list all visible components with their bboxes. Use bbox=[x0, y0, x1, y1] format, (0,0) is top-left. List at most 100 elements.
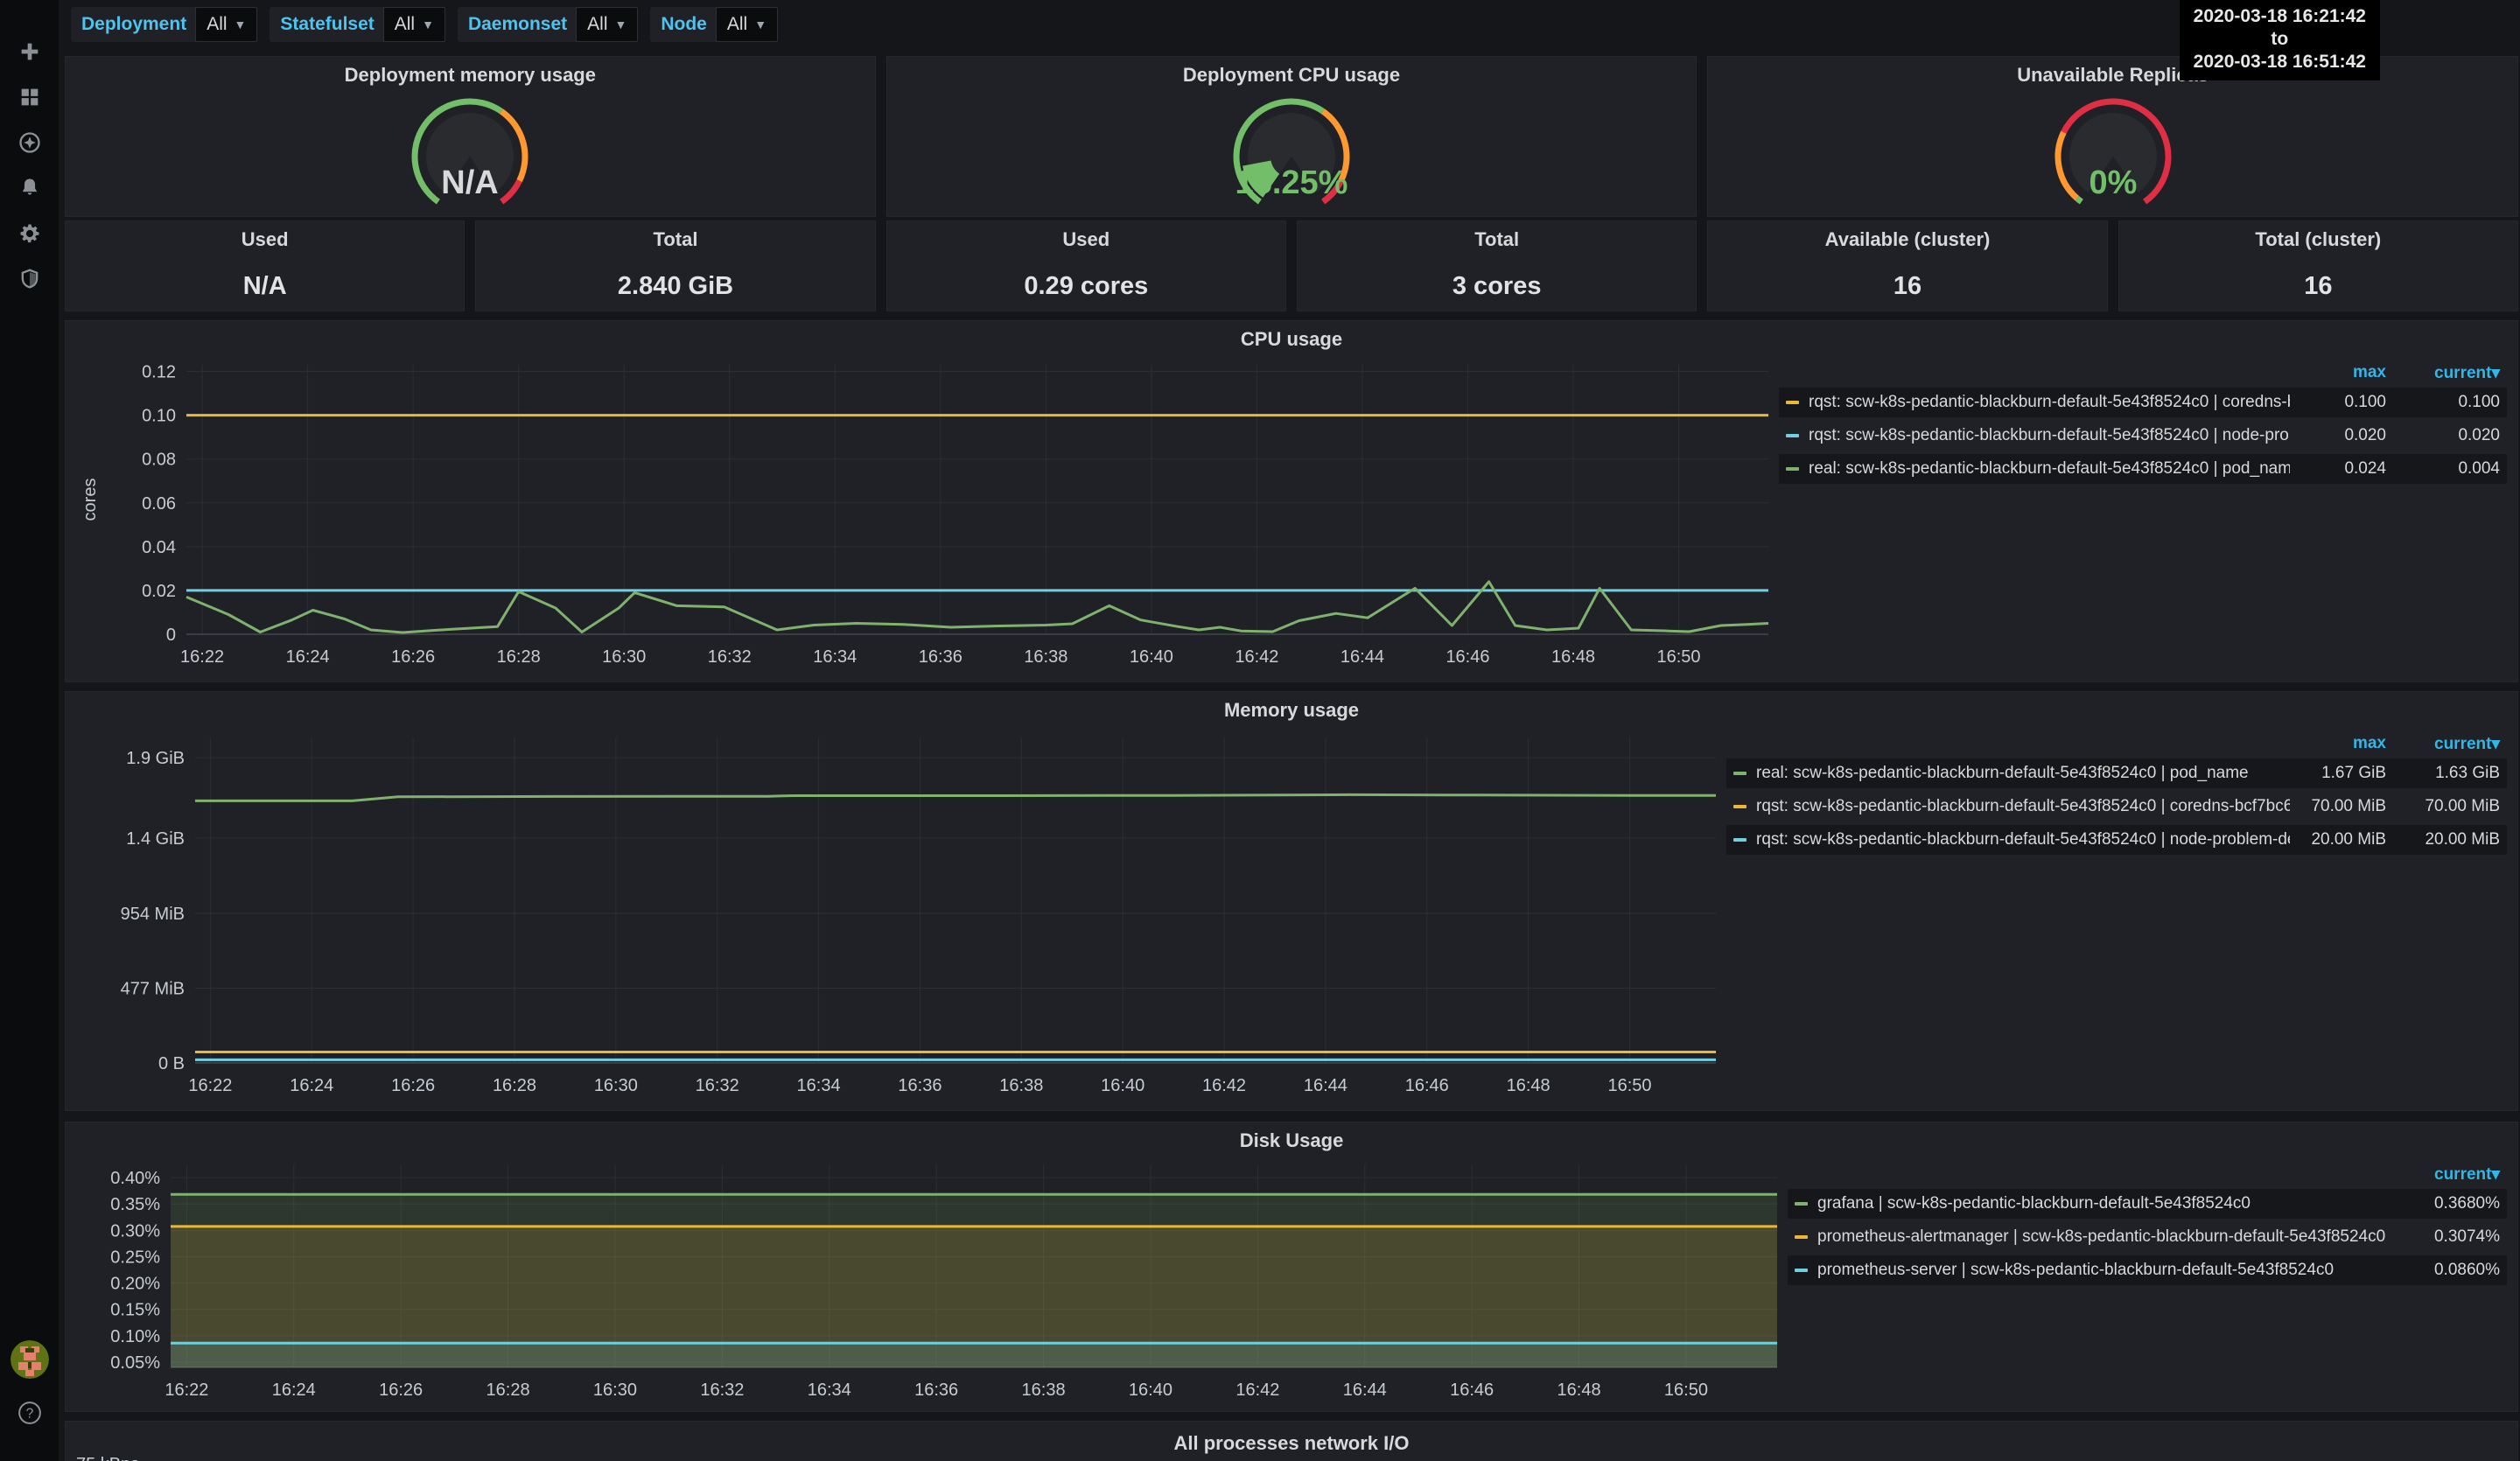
stat-value: 0.29 cores bbox=[887, 272, 1285, 301]
legend-swatch[interactable] bbox=[1733, 805, 1746, 808]
panel-title[interactable]: Used bbox=[66, 221, 464, 251]
svg-text:16:36: 16:36 bbox=[914, 1381, 958, 1400]
panel-cpu-used: Used 0.29 cores bbox=[886, 220, 1286, 311]
filter-deployment-dropdown[interactable]: All ▼ bbox=[195, 7, 257, 42]
panel-title[interactable]: Unavailable Replicas bbox=[1708, 57, 2517, 87]
svg-text:0.04: 0.04 bbox=[142, 538, 176, 557]
filter-deployment-label: Deployment bbox=[81, 14, 186, 35]
legend-series-name[interactable]: rqst: scw-k8s-pedantic-blackburn-default… bbox=[1756, 830, 2290, 849]
filter-node-dropdown[interactable]: All ▼ bbox=[716, 7, 778, 42]
legend-swatch[interactable] bbox=[1786, 434, 1799, 437]
legend-series-name[interactable]: prometheus-alertmanager | scw-k8s-pedant… bbox=[1817, 1227, 2386, 1247]
panel-cpu-total: Total 3 cores bbox=[1297, 220, 1697, 311]
legend-swatch[interactable] bbox=[1733, 772, 1746, 775]
admin-shield-icon[interactable] bbox=[17, 266, 43, 292]
legend-sort-max[interactable]: max bbox=[2290, 363, 2386, 382]
filter-daemonset-label: Daemonset bbox=[468, 14, 567, 35]
legend-swatch[interactable] bbox=[1786, 467, 1799, 471]
panel-deployment-memory-usage: Deployment memory usage N/A bbox=[65, 56, 876, 217]
legend-swatch[interactable] bbox=[1795, 1235, 1808, 1239]
legend-sort-max[interactable]: max bbox=[2290, 734, 2386, 753]
dashboards-icon[interactable] bbox=[17, 84, 43, 110]
replicas-gauge: 0% bbox=[1982, 87, 2244, 216]
panel-title[interactable]: CPU usage bbox=[66, 321, 2517, 351]
svg-text:16:44: 16:44 bbox=[1304, 1076, 1348, 1095]
panel-title[interactable]: Deployment memory usage bbox=[66, 57, 875, 87]
svg-text:16:48: 16:48 bbox=[1551, 647, 1595, 667]
legend-row: real: scw-k8s-pedantic-blackburn-default… bbox=[1779, 454, 2507, 484]
legend-series-name[interactable]: rqst: scw-k8s-pedantic-blackburn-default… bbox=[1809, 393, 2290, 412]
panel-title[interactable]: Total bbox=[476, 221, 874, 251]
filter-statefulset-value: All bbox=[395, 14, 415, 35]
svg-text:954 MiB: 954 MiB bbox=[121, 905, 185, 924]
cpu-usage-legend: maxcurrent▾ rqst: scw-k8s-pedantic-blackb… bbox=[1779, 361, 2510, 676]
svg-text:0.20%: 0.20% bbox=[110, 1275, 160, 1294]
svg-text:0.40%: 0.40% bbox=[110, 1169, 160, 1188]
svg-text:16:42: 16:42 bbox=[1202, 1076, 1246, 1095]
filter-bar: Deployment All ▼ Statefulset All ▼ Daemo… bbox=[71, 7, 778, 42]
legend-series-name[interactable]: rqst: scw-k8s-pedantic-blackburn-default… bbox=[1809, 426, 2290, 445]
svg-text:0.35%: 0.35% bbox=[110, 1195, 160, 1214]
cpu-gauge: 15.25% bbox=[1160, 87, 1423, 216]
legend-sort-current[interactable]: current▾ bbox=[2386, 363, 2500, 383]
legend-current-value: 70.00 MiB bbox=[2386, 797, 2500, 816]
legend-swatch[interactable] bbox=[1786, 401, 1799, 404]
panel-title[interactable]: Memory usage bbox=[66, 692, 2517, 722]
legend-row: prometheus-server | scw-k8s-pedantic-bla… bbox=[1788, 1255, 2507, 1285]
legend-series-name[interactable]: prometheus-server | scw-k8s-pedantic-bla… bbox=[1817, 1261, 2386, 1280]
svg-text:0.15%: 0.15% bbox=[110, 1301, 160, 1320]
svg-text:1.9 GiB: 1.9 GiB bbox=[126, 749, 185, 768]
panel-title[interactable]: Deployment CPU usage bbox=[887, 57, 1697, 87]
panel-title[interactable]: Used bbox=[887, 221, 1285, 251]
legend-swatch[interactable] bbox=[1795, 1202, 1808, 1206]
legend-series-name[interactable]: real: scw-k8s-pedantic-blackburn-default… bbox=[1756, 764, 2290, 783]
svg-text:16:50: 16:50 bbox=[1664, 1381, 1708, 1400]
legend-series-name[interactable]: grafana | scw-k8s-pedantic-blackburn-def… bbox=[1817, 1194, 2386, 1213]
svg-text:0: 0 bbox=[166, 626, 176, 645]
legend-series-name[interactable]: real: scw-k8s-pedantic-blackburn-default… bbox=[1809, 459, 2290, 479]
panel-title[interactable]: Disk Usage bbox=[66, 1122, 2517, 1152]
filter-statefulset-label: Statefulset bbox=[280, 14, 374, 35]
legend-sort-current[interactable]: current▾ bbox=[2386, 1164, 2500, 1185]
filter-node: Node All ▼ bbox=[650, 7, 778, 42]
legend-sort-current[interactable]: current▾ bbox=[2386, 734, 2500, 754]
legend-series-name[interactable]: rqst: scw-k8s-pedantic-blackburn-default… bbox=[1756, 797, 2290, 816]
svg-text:16:38: 16:38 bbox=[1022, 1381, 1066, 1400]
svg-text:16:38: 16:38 bbox=[999, 1076, 1043, 1095]
legend-current-value: 0.020 bbox=[2386, 426, 2500, 445]
help-icon[interactable]: ? bbox=[17, 1400, 43, 1426]
svg-text:0.06: 0.06 bbox=[142, 494, 176, 514]
explore-compass-icon[interactable] bbox=[17, 129, 43, 156]
filter-daemonset-value: All bbox=[587, 14, 607, 35]
legend-row: rqst: scw-k8s-pedantic-blackburn-default… bbox=[1779, 421, 2507, 451]
svg-text:16:22: 16:22 bbox=[180, 647, 224, 667]
user-avatar[interactable] bbox=[10, 1340, 49, 1379]
svg-text:16:22: 16:22 bbox=[164, 1381, 208, 1400]
panel-title[interactable]: Total bbox=[1298, 221, 1696, 251]
svg-text:16:46: 16:46 bbox=[1450, 1381, 1494, 1400]
svg-text:16:24: 16:24 bbox=[272, 1381, 316, 1400]
legend-swatch[interactable] bbox=[1795, 1269, 1808, 1272]
settings-gear-icon[interactable] bbox=[17, 220, 43, 247]
svg-text:16:44: 16:44 bbox=[1340, 647, 1384, 667]
svg-text:0.10: 0.10 bbox=[142, 407, 176, 426]
svg-text:16:32: 16:32 bbox=[696, 1076, 739, 1095]
legend-swatch[interactable] bbox=[1733, 838, 1746, 842]
filter-statefulset-dropdown[interactable]: All ▼ bbox=[383, 7, 445, 42]
time-range-display[interactable]: 2020-03-18 16:21:42 to 2020-03-18 16:51:… bbox=[2180, 0, 2380, 80]
gauge-row: Deployment memory usage N/A Deployment C… bbox=[65, 56, 2518, 212]
svg-text:16:34: 16:34 bbox=[813, 647, 857, 667]
plus-icon[interactable] bbox=[17, 38, 43, 65]
panel-title[interactable]: Total (cluster) bbox=[2119, 221, 2517, 251]
time-range-to: 2020-03-18 16:51:42 bbox=[2194, 51, 2366, 73]
panel-title[interactable]: All processes network I/O bbox=[66, 1422, 2517, 1455]
svg-text:0.12: 0.12 bbox=[142, 363, 176, 382]
filter-daemonset-dropdown[interactable]: All ▼ bbox=[576, 7, 638, 42]
stat-value: 3 cores bbox=[1298, 272, 1696, 301]
filter-deployment: Deployment All ▼ bbox=[71, 7, 257, 42]
alerting-bell-icon[interactable] bbox=[17, 175, 43, 201]
legend-row: real: scw-k8s-pedantic-blackburn-default… bbox=[1726, 758, 2507, 788]
svg-text:16:24: 16:24 bbox=[286, 647, 330, 667]
panel-title[interactable]: Available (cluster) bbox=[1708, 221, 2106, 251]
chevron-down-icon: ▼ bbox=[234, 17, 247, 31]
